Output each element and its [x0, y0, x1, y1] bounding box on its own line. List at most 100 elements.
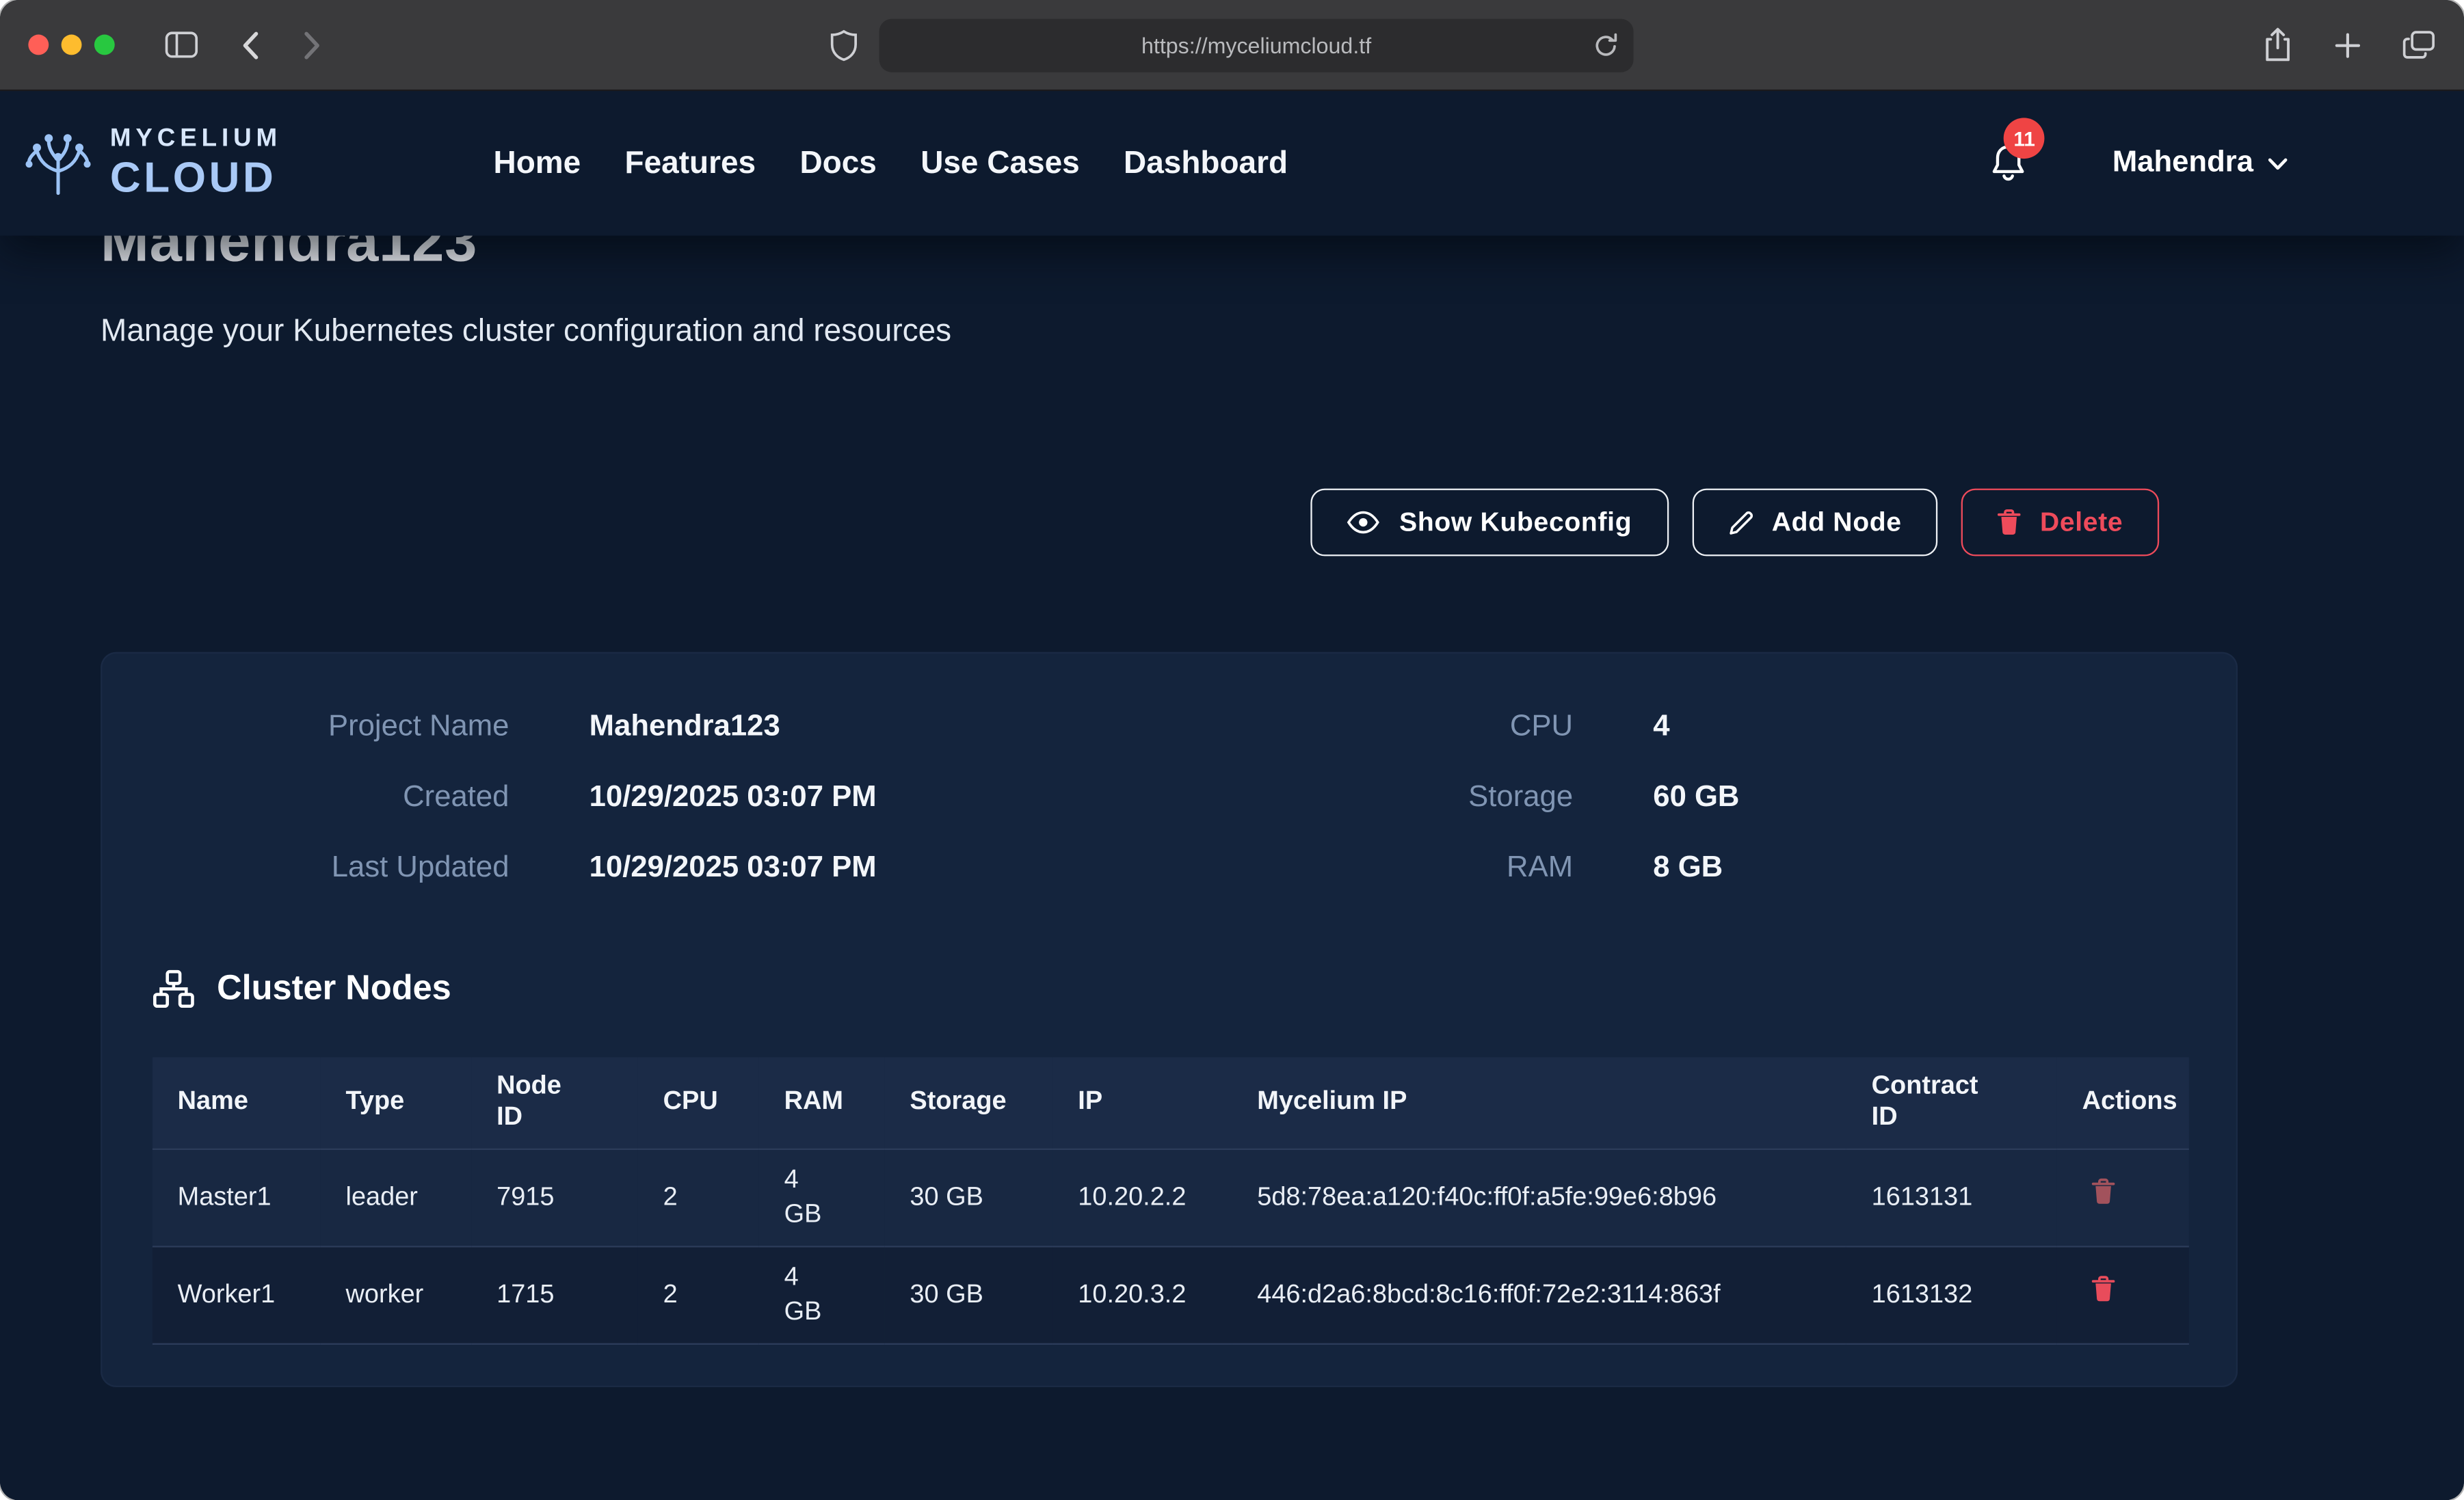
address-bar-group: https://myceliumcloud.tf: [830, 0, 1633, 90]
cell-ip: 10.20.2.2: [1053, 1149, 1232, 1246]
share-icon[interactable]: [2263, 27, 2293, 63]
cluster-actions: Show Kubeconfig Add Node Delete: [0, 489, 2159, 557]
cell-ip: 10.20.3.2: [1053, 1246, 1232, 1343]
col-header-contract-id: Contract ID: [1846, 1057, 2057, 1148]
main-nav: Home Features Docs Use Cases Dashboard: [494, 146, 1288, 182]
col-header-storage: Storage: [885, 1057, 1053, 1148]
tab-overview-icon[interactable]: [2402, 30, 2435, 60]
url-text: https://myceliumcloud.tf: [1141, 32, 1371, 57]
cluster-nodes-heading: Cluster Nodes: [153, 966, 2186, 1010]
cell-ram: 4 GB: [759, 1246, 885, 1343]
nav-item-home[interactable]: Home: [494, 146, 581, 182]
nav-item-use-cases[interactable]: Use Cases: [920, 146, 1080, 182]
cell-actions: [2057, 1246, 2189, 1343]
window-controls: [28, 35, 114, 55]
eye-icon: [1347, 511, 1380, 534]
nav-item-dashboard[interactable]: Dashboard: [1124, 146, 1288, 182]
pencil-icon: [1727, 510, 1753, 535]
cell-cpu: 2: [638, 1246, 759, 1343]
cell-node-id: 7915: [471, 1149, 638, 1246]
cell-storage: 30 GB: [885, 1149, 1053, 1246]
col-header-type: Type: [321, 1057, 472, 1148]
minimize-window-button[interactable]: [62, 35, 82, 55]
summary-label: Storage: [1158, 780, 1573, 815]
sidebar-toggle-icon[interactable]: [165, 31, 198, 58]
mycelium-logo-icon: [22, 131, 94, 197]
cell-type: leader: [321, 1149, 472, 1246]
cell-storage: 30 GB: [885, 1246, 1053, 1343]
nav-item-docs[interactable]: Docs: [799, 146, 876, 182]
cluster-summary: Project Name Mahendra123 Created 10/29/2…: [153, 691, 2186, 903]
browser-window: https://myceliumcloud.tf: [0, 0, 2464, 1500]
table-header-row: Name Type Node ID CPU RAM Storage IP Myc…: [153, 1057, 2189, 1148]
col-header-node-id: Node ID: [471, 1057, 638, 1148]
show-kubeconfig-label: Show Kubeconfig: [1399, 507, 1632, 538]
new-tab-icon[interactable]: [2333, 31, 2361, 59]
summary-right-column: CPU 4 Storage 60 GB RAM 8 GB: [1158, 691, 1739, 903]
cluster-detail-main: Mahendra123 Manage your Kubernetes clust…: [0, 91, 2464, 1387]
delete-label: Delete: [2040, 507, 2123, 538]
summary-value: 8 GB: [1653, 851, 1739, 885]
delete-node-button[interactable]: [2091, 1276, 2115, 1303]
cell-mycelium-ip: 5d8:78ea:a120:f40c:ff0f:a5fe:99e6:8b96: [1232, 1149, 1846, 1246]
add-node-button[interactable]: Add Node: [1692, 489, 1938, 557]
site-header: MYCELIUM CLOUD Home Features Docs Use Ca…: [0, 91, 2464, 235]
back-button[interactable]: [242, 31, 259, 59]
table-row: Worker1 worker 1715 2 4 GB 30 GB 10.20.3…: [153, 1246, 2189, 1343]
summary-value: 4: [1653, 709, 1739, 744]
col-header-ram: RAM: [759, 1057, 885, 1148]
user-menu[interactable]: Mahendra: [2112, 146, 2288, 181]
chevron-down-icon: [2268, 157, 2288, 171]
cell-ram: 4 GB: [759, 1149, 885, 1246]
cell-node-id: 1715: [471, 1246, 638, 1343]
address-bar[interactable]: https://myceliumcloud.tf: [879, 18, 1634, 71]
cell-cpu: 2: [638, 1149, 759, 1246]
col-header-mycelium-ip: Mycelium IP: [1232, 1057, 1846, 1148]
privacy-shield-icon[interactable]: [830, 29, 857, 61]
page-content: MYCELIUM CLOUD Home Features Docs Use Ca…: [0, 91, 2464, 1500]
cell-contract-id: 1613132: [1846, 1246, 2057, 1343]
summary-value: 60 GB: [1653, 780, 1739, 815]
toolbar-right-group: [2263, 27, 2436, 63]
nodes-table: Name Type Node ID CPU RAM Storage IP Myc…: [153, 1057, 2189, 1343]
col-header-ip: IP: [1053, 1057, 1232, 1148]
delete-node-button[interactable]: [2091, 1179, 2115, 1205]
col-header-name: Name: [153, 1057, 321, 1148]
summary-label: Project Name: [153, 709, 509, 744]
summary-value: 10/29/2025 03:07 PM: [589, 780, 1158, 815]
logo-text: MYCELIUM CLOUD: [110, 127, 282, 200]
summary-value: 10/29/2025 03:07 PM: [589, 851, 1158, 885]
table-row: Master1 leader 7915 2 4 GB 30 GB 10.20.2…: [153, 1149, 2189, 1246]
cell-contract-id: 1613131: [1846, 1149, 2057, 1246]
logo-top-label: MYCELIUM: [110, 127, 282, 152]
toolbar-nav-group: [165, 31, 320, 59]
user-name-label: Mahendra: [2112, 146, 2253, 181]
cell-name: Master1: [153, 1149, 321, 1246]
col-header-cpu: CPU: [638, 1057, 759, 1148]
page-subtitle: Manage your Kubernetes cluster configura…: [101, 311, 2464, 352]
zoom-window-button[interactable]: [94, 35, 115, 55]
notifications-button[interactable]: 11: [1990, 143, 2028, 184]
summary-left-column: Project Name Mahendra123 Created 10/29/2…: [153, 691, 1158, 903]
summary-label: CPU: [1158, 709, 1573, 744]
summary-value: Mahendra123: [589, 709, 1158, 744]
delete-cluster-button[interactable]: Delete: [1961, 489, 2159, 557]
logo-bottom-label: CLOUD: [110, 157, 282, 200]
cell-mycelium-ip: 446:d2a6:8bcd:8c16:ff0f:72e2:3114:863f: [1232, 1246, 1846, 1343]
cluster-info-card: Project Name Mahendra123 Created 10/29/2…: [101, 652, 2238, 1387]
cell-name: Worker1: [153, 1246, 321, 1343]
notification-badge: 11: [2004, 118, 2045, 159]
cell-actions: [2057, 1149, 2189, 1246]
forward-button[interactable]: [303, 31, 320, 59]
add-node-label: Add Node: [1772, 507, 1902, 538]
logo[interactable]: MYCELIUM CLOUD: [22, 127, 493, 200]
trash-icon: [1998, 509, 2021, 535]
browser-toolbar: https://myceliumcloud.tf: [0, 0, 2464, 91]
cluster-nodes-title: Cluster Nodes: [217, 966, 451, 1010]
nav-item-features[interactable]: Features: [625, 146, 756, 182]
reload-icon[interactable]: [1594, 32, 1617, 57]
hierarchy-icon: [153, 969, 195, 1008]
summary-label: RAM: [1158, 851, 1573, 885]
show-kubeconfig-button[interactable]: Show Kubeconfig: [1311, 489, 1668, 557]
close-window-button[interactable]: [28, 35, 49, 55]
